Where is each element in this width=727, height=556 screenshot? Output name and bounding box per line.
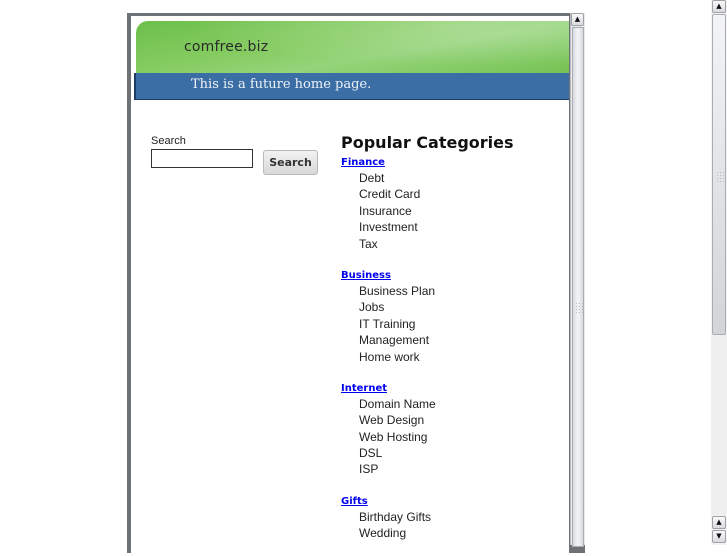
search-button[interactable]: Search: [263, 150, 318, 175]
embedded-page-frame: comfree.biz This is a future home page. …: [127, 13, 585, 556]
search-label: Search: [151, 135, 186, 147]
window-scroll-up-button[interactable]: ▲: [712, 0, 726, 13]
arrow-up-icon: ▲: [716, 518, 722, 526]
category-item: Domain Name: [359, 396, 436, 411]
window-scroll-down-button[interactable]: ▼: [712, 530, 726, 543]
site-header: comfree.biz This is a future home page.: [134, 19, 569, 100]
grip-icon: [716, 171, 724, 183]
window-scrollbar-thumb[interactable]: [712, 14, 726, 335]
category-item: Tax: [359, 236, 378, 251]
category-item: Jobs: [359, 300, 385, 315]
frame-scrollbar[interactable]: ▲: [570, 13, 585, 547]
category-item: Insurance: [359, 203, 412, 218]
window-scroll-up-button-lower[interactable]: ▲: [712, 516, 726, 529]
category-gifts: Gifts Birthday Gifts Wedding: [341, 495, 561, 542]
site-title: comfree.biz: [184, 39, 269, 55]
category-item: Debt: [359, 171, 385, 185]
categories-title: Popular Categories: [341, 133, 514, 152]
category-item: Wedding: [359, 526, 407, 541]
category-finance: Finance Debt Credit Card Insurance Inves…: [341, 156, 561, 252]
grip-icon: [575, 302, 583, 314]
page-content: comfree.biz This is a future home page. …: [131, 16, 569, 556]
category-item: Business Plan: [359, 283, 436, 298]
category-item: Credit Card: [359, 187, 421, 202]
popular-categories: Popular Categories Finance Debt Credit C…: [341, 133, 561, 556]
frame-scroll-up-button[interactable]: ▲: [571, 13, 584, 26]
category-item: Birthday Gifts: [359, 509, 432, 524]
category-item: Management: [359, 333, 430, 348]
tagline-bar: This is a future home page.: [134, 73, 569, 100]
category-item: Web Hosting: [359, 429, 428, 444]
arrow-down-icon: ▼: [716, 532, 722, 540]
category-link-gifts[interactable]: Gifts: [341, 495, 561, 509]
category-link-business[interactable]: Business: [341, 269, 561, 283]
category-item: IT Training: [359, 316, 416, 331]
category-item: Home work: [359, 349, 420, 364]
category-link-finance[interactable]: Finance: [341, 156, 561, 170]
header-green-banner: comfree.biz: [134, 19, 569, 73]
category-business: Business Business Plan Jobs IT Training …: [341, 269, 561, 365]
window-scrollbar[interactable]: ▲ ▲ ▼: [711, 0, 727, 545]
category-item: Web Design: [359, 413, 425, 428]
frame-scrollbar-thumb[interactable]: [572, 27, 584, 547]
window-scrollbar-track[interactable]: [711, 335, 727, 515]
category-item: Investment: [359, 220, 418, 235]
category-item: DSL: [359, 446, 383, 461]
arrow-up-icon: ▲: [716, 2, 722, 10]
category-link-internet[interactable]: Internet: [341, 382, 561, 396]
arrow-up-icon: ▲: [574, 15, 581, 23]
category-item: ISP: [359, 462, 379, 477]
tagline: This is a future home page.: [191, 77, 372, 92]
category-internet: Internet Domain Name Web Design Web Host…: [341, 382, 561, 478]
search-input[interactable]: [151, 149, 253, 168]
